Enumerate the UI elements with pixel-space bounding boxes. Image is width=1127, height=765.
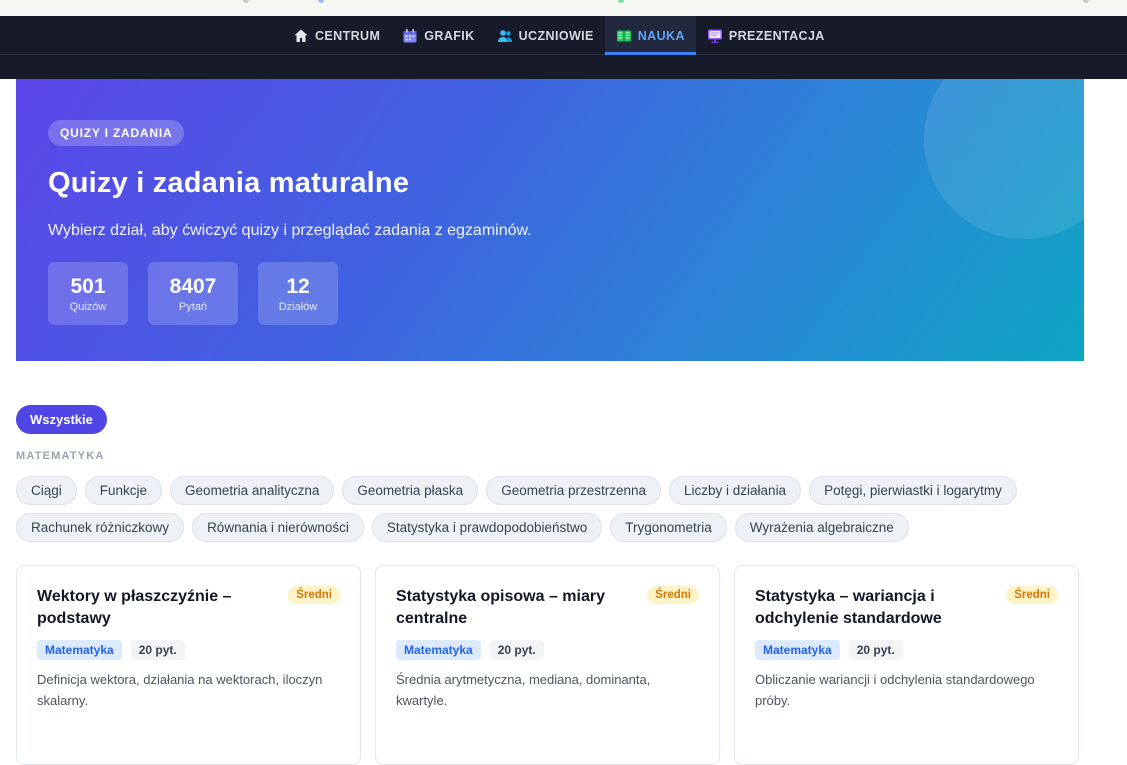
hero-banner: QUIZY I ZADANIA Quizy i zadania maturaln…	[16, 79, 1084, 361]
stat-sections: 12 Działów	[258, 262, 338, 325]
quiz-card[interactable]: Statystyka opisowa – miary centralne Śre…	[375, 565, 720, 765]
calendar-icon	[403, 28, 417, 42]
filter-chip[interactable]: Potęgi, pierwiastki i logarytmy	[809, 476, 1017, 505]
filter-chip[interactable]: Wyrażenia algebraiczne	[734, 513, 909, 542]
filter-chip[interactable]: Rachunek różniczkowy	[16, 513, 185, 542]
level-badge: Średni	[647, 586, 699, 604]
hero-stats: 501 Quizów 8407 Pytań 12 Działów	[48, 262, 338, 325]
quiz-card[interactable]: Wektory w płaszczyźnie – podstawy Średni…	[16, 565, 361, 765]
page-subtitle: Wybierz dział, aby ćwiczyć quizy i przeg…	[48, 222, 532, 239]
subject-tag: Matematyka	[755, 640, 840, 660]
main-navbar: CENTRUM GRAFIK UCZNIOWIE NAUKA PREZENTAC…	[0, 16, 1127, 55]
nav-label: NAUKA	[637, 28, 685, 43]
filter-row-2: Rachunek różniczkowy Równania i nierówno…	[16, 513, 909, 542]
level-badge: Średni	[1006, 586, 1058, 604]
quiz-card-description: Obliczanie wariancji i odchylenia standa…	[755, 672, 1035, 708]
question-count-tag: 20 pyt.	[489, 640, 544, 660]
subject-tag: Matematyka	[37, 640, 122, 660]
nav-items: CENTRUM GRAFIK UCZNIOWIE NAUKA PREZENTAC…	[282, 16, 836, 55]
quiz-card-description: Średnia arytmetyczna, mediana, dominanta…	[396, 672, 651, 708]
nav-label: PREZENTACJA	[728, 28, 825, 43]
filter-chip[interactable]: Geometria płaska	[342, 476, 479, 505]
browser-strip	[0, 0, 1127, 16]
filter-chip[interactable]: Funkcje	[84, 476, 163, 505]
nav-label: UCZNIOWIE	[518, 28, 594, 43]
filter-chip[interactable]: Równania i nierówności	[192, 513, 364, 542]
hero-badge: QUIZY I ZADANIA	[48, 120, 185, 146]
nav-item-grafik[interactable]: GRAFIK	[391, 16, 485, 55]
filter-chip[interactable]: Statystyka i prawdopodobieństwo	[371, 513, 603, 542]
stat-value: 501	[70, 274, 106, 298]
nav-label: GRAFIK	[424, 28, 475, 43]
stat-questions: 8407 Pytań	[148, 262, 238, 325]
quiz-card-tags: Matematyka 20 pyt.	[396, 640, 544, 660]
quiz-card-title: Wektory w płaszczyźnie – podstawy	[37, 588, 232, 627]
home-icon	[294, 29, 308, 42]
filter-chip[interactable]: Geometria przestrzenna	[486, 476, 662, 505]
level-badge: Średni	[288, 586, 340, 604]
navbar-subbar	[0, 55, 1127, 79]
nav-item-uczniowie[interactable]: UCZNIOWIE	[486, 16, 605, 55]
question-count-tag: 20 pyt.	[848, 640, 903, 660]
stat-value: 8407	[169, 274, 217, 298]
stat-label: Quizów	[69, 300, 107, 313]
page-title: Quizy i zadania maturalne	[48, 167, 410, 199]
nav-label: CENTRUM	[315, 28, 381, 43]
users-icon	[497, 29, 512, 42]
stat-label: Działów	[278, 300, 318, 313]
stat-quizzes: 501 Quizów	[48, 262, 128, 325]
hero-decoration-circle	[924, 79, 1084, 239]
quiz-card-grid: Wektory w płaszczyźnie – podstawy Średni…	[16, 565, 1079, 765]
subject-tag: Matematyka	[396, 640, 481, 660]
filter-chip[interactable]: Trygonometria	[610, 513, 727, 542]
section-label-matematyka: MATEMATYKA	[16, 450, 105, 462]
presentation-icon	[707, 29, 722, 43]
nav-item-prezentacja[interactable]: PREZENTACJA	[696, 16, 836, 55]
filter-chip[interactable]: Ciągi	[16, 476, 77, 505]
stat-label: Pytań	[178, 300, 208, 313]
quiz-card-tags: Matematyka 20 pyt.	[37, 640, 185, 660]
quiz-card-tags: Matematyka 20 pyt.	[755, 640, 903, 660]
quiz-card-title: Statystyka opisowa – miary centralne	[396, 588, 605, 627]
filter-all-button[interactable]: Wszystkie	[16, 405, 107, 434]
quiz-card-title: Statystyka – wariancja i odchylenie stan…	[755, 588, 942, 627]
filter-chip[interactable]: Liczby i działania	[669, 476, 802, 505]
filter-chip[interactable]: Geometria analityczna	[170, 476, 335, 505]
question-count-tag: 20 pyt.	[130, 640, 185, 660]
book-icon	[616, 30, 631, 41]
nav-item-nauka[interactable]: NAUKA	[604, 16, 697, 55]
stat-value: 12	[286, 274, 310, 298]
nav-item-centrum[interactable]: CENTRUM	[282, 16, 391, 55]
quiz-card-description: Definicja wektora, działania na wektorac…	[37, 672, 323, 708]
quiz-card[interactable]: Statystyka – wariancja i odchylenie stan…	[734, 565, 1079, 765]
filter-row-1: Ciągi Funkcje Geometria analityczna Geom…	[16, 476, 1017, 505]
